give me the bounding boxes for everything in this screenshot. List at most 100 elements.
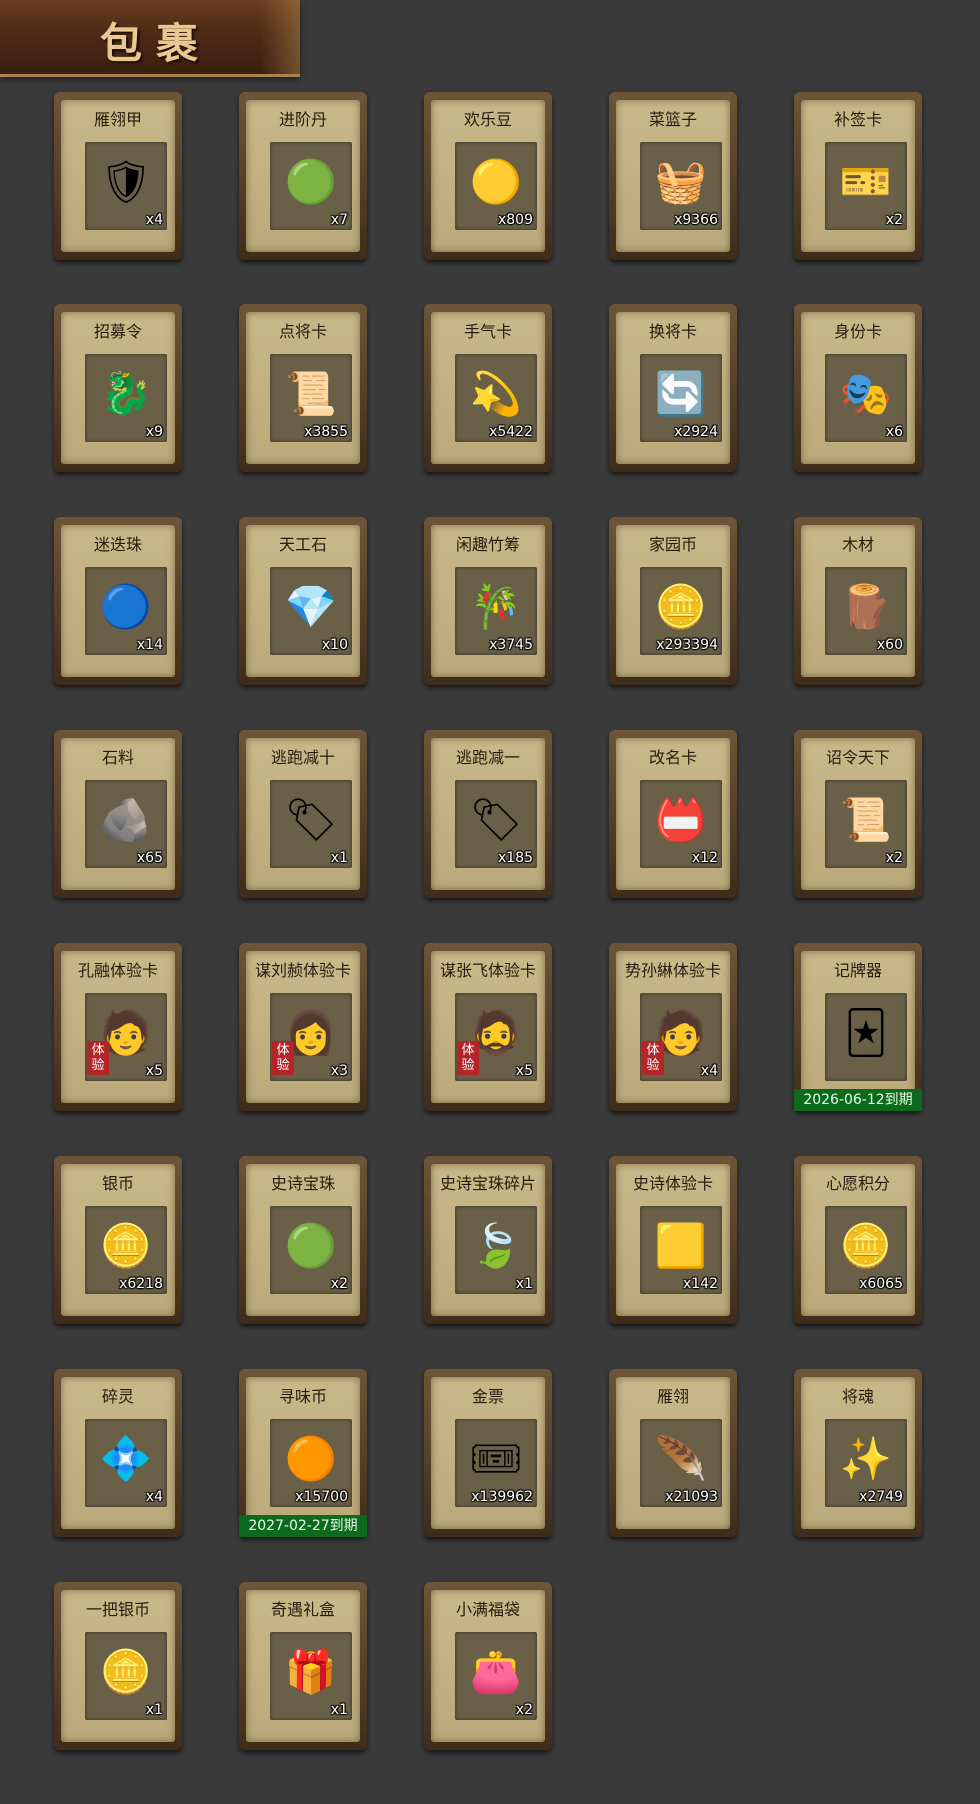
item-glyph: 🪵	[839, 582, 893, 631]
item-count: x4	[700, 1063, 718, 1079]
gold-beans-icon: 🟡 x809	[455, 142, 537, 230]
item-card-face: 碎灵 💠 x4	[61, 1377, 175, 1529]
item-card-face: 小满福袋 👛 x2	[431, 1590, 545, 1742]
item-name: 家园币	[648, 535, 697, 554]
inventory-item[interactable]: 身份卡 🎭 x6	[794, 304, 922, 472]
inventory-item[interactable]: 家园币 🪙 x293394	[609, 517, 737, 685]
inventory-item[interactable]: 欢乐豆 🟡 x809	[424, 92, 552, 260]
inventory-item[interactable]: 势孙綝体验卡 🧑 体验 x4	[609, 943, 737, 1111]
silver-coins-icon: 🪙 x1	[85, 1632, 167, 1720]
item-count: x15700	[295, 1489, 348, 1505]
item-count: x142	[682, 1276, 718, 1292]
item-card-face: 谋刘赪体验卡 👩 体验 x3	[246, 951, 360, 1103]
item-card-face: 迷迭珠 🔵 x14	[61, 525, 175, 677]
item-glyph: 🏷	[284, 795, 338, 844]
inventory-item[interactable]: 换将卡 🔄 x2924	[609, 304, 737, 472]
inventory-item[interactable]: 逃跑减十 🏷 x1	[239, 730, 367, 898]
item-glyph: 🎁	[284, 1647, 338, 1696]
jade-tag-icon: 🏷 x1	[270, 780, 352, 868]
item-name: 记牌器	[833, 961, 882, 980]
inventory-item[interactable]: 史诗宝珠 🟢 x2	[239, 1156, 367, 1324]
item-glyph: 🪙	[654, 582, 708, 631]
item-card-face: 换将卡 🔄 x2924	[616, 312, 730, 464]
item-name: 史诗宝珠碎片	[439, 1174, 536, 1193]
item-count: x3855	[304, 424, 348, 440]
item-card-face: 史诗宝珠碎片 🍃 x1	[431, 1164, 545, 1316]
item-count: x2	[885, 850, 903, 866]
item-glyph: 🟢	[284, 1221, 338, 1270]
item-name: 补签卡	[833, 110, 882, 129]
item-count: x1	[515, 1276, 533, 1292]
gift-box-icon: 🎁 x1	[270, 1632, 352, 1720]
item-card-face: 进阶丹 🟢 x7	[246, 100, 360, 252]
inventory-item[interactable]: 银币 🪙 x6218	[54, 1156, 182, 1324]
inventory-item[interactable]: 小满福袋 👛 x2	[424, 1582, 552, 1750]
inventory-item[interactable]: 史诗体验卡 🟨 x142	[609, 1156, 737, 1324]
item-name: 诏令天下	[825, 748, 890, 767]
inventory-item[interactable]: 雁翎 🪶 x21093	[609, 1369, 737, 1537]
inventory-item[interactable]: 菜篮子 🧺 x9366	[609, 92, 737, 260]
item-name: 雁翎	[656, 1387, 689, 1406]
inventory-item[interactable]: 进阶丹 🟢 x7	[239, 92, 367, 260]
inventory-item[interactable]: 谋刘赪体验卡 👩 体验 x3	[239, 943, 367, 1111]
inventory-item[interactable]: 史诗宝珠碎片 🍃 x1	[424, 1156, 552, 1324]
item-glyph: 🃏	[844, 1008, 888, 1057]
inventory-item[interactable]: 招募令 🐉 x9	[54, 304, 182, 472]
item-card-face: 一把银币 🪙 x1	[61, 1590, 175, 1742]
inventory-item[interactable]: 记牌器 🃏 2026-06-12到期	[794, 943, 922, 1111]
inventory-item[interactable]: 奇遇礼盒 🎁 x1	[239, 1582, 367, 1750]
inventory-item[interactable]: 补签卡 🎫 x2	[794, 92, 922, 260]
inventory-item[interactable]: 谋张飞体验卡 🧔 体验 x5	[424, 943, 552, 1111]
inventory-item[interactable]: 闲趣竹筹 🎋 x3745	[424, 517, 552, 685]
item-name: 换将卡	[648, 322, 697, 341]
item-count: x2	[885, 212, 903, 228]
inventory-item[interactable]: 木材 🪵 x60	[794, 517, 922, 685]
general-portrait-icon: 🧔 体验 x5	[455, 993, 537, 1081]
inventory-item[interactable]: 碎灵 💠 x4	[54, 1369, 182, 1537]
item-count: x2	[330, 1276, 348, 1292]
trial-badge: 体验	[272, 1041, 294, 1075]
item-glyph: 🧺	[654, 157, 708, 206]
item-glyph: 📛	[654, 795, 708, 844]
item-name: 金票	[471, 1387, 504, 1406]
expiry-banner: 2027-02-27到期	[239, 1515, 367, 1537]
item-glyph: 🟨	[654, 1221, 708, 1270]
inventory-item[interactable]: 一把银币 🪙 x1	[54, 1582, 182, 1750]
item-count: x14	[136, 637, 163, 653]
inventory-item[interactable]: 迷迭珠 🔵 x14	[54, 517, 182, 685]
armor-icon: 🛡 x4	[85, 142, 167, 230]
item-card-face: 雁翎甲 🛡 x4	[61, 100, 175, 252]
item-count: x1	[330, 1702, 348, 1718]
item-glyph: 🎫	[839, 157, 893, 206]
item-count: x60	[876, 637, 903, 653]
item-name: 点将卡	[278, 322, 327, 341]
inventory-item[interactable]: 将魂 ✨ x2749	[794, 1369, 922, 1537]
swap-general-card-icon: 🔄 x2924	[640, 354, 722, 442]
item-card-face: 补签卡 🎫 x2	[801, 100, 915, 252]
item-card-face: 势孙綝体验卡 🧑 体验 x4	[616, 951, 730, 1103]
inventory-item[interactable]: 寻味币 🟠 x15700 2027-02-27到期	[239, 1369, 367, 1537]
feather-icon: 🪶 x21093	[640, 1419, 722, 1507]
inventory-item[interactable]: 孔融体验卡 🧑 体验 x5	[54, 943, 182, 1111]
inventory-item[interactable]: 改名卡 📛 x12	[609, 730, 737, 898]
item-count: x6	[885, 424, 903, 440]
item-name: 孔融体验卡	[77, 961, 158, 980]
gold-card-icon: 🟨 x142	[640, 1206, 722, 1294]
item-card-face: 菜篮子 🧺 x9366	[616, 100, 730, 252]
trial-badge: 体验	[642, 1041, 664, 1075]
inventory-item[interactable]: 手气卡 💫 x5422	[424, 304, 552, 472]
item-count: x1	[330, 850, 348, 866]
inventory-item[interactable]: 点将卡 📜 x3855	[239, 304, 367, 472]
item-count: x139962	[471, 1489, 533, 1505]
item-name: 小满福袋	[455, 1600, 520, 1619]
item-name: 迷迭珠	[93, 535, 142, 554]
inventory-item[interactable]: 雁翎甲 🛡 x4	[54, 92, 182, 260]
inventory-item[interactable]: 诏令天下 📜 x2	[794, 730, 922, 898]
inventory-item[interactable]: 石料 🪨 x65	[54, 730, 182, 898]
inventory-item[interactable]: 天工石 💎 x10	[239, 517, 367, 685]
inventory-item[interactable]: 心愿积分 🪙 x6065	[794, 1156, 922, 1324]
inventory-item[interactable]: 金票 🎟 x139962	[424, 1369, 552, 1537]
inventory-item[interactable]: 逃跑减一 🏷 x185	[424, 730, 552, 898]
item-name: 谋张飞体验卡	[439, 961, 536, 980]
item-count: x6065	[859, 1276, 903, 1292]
